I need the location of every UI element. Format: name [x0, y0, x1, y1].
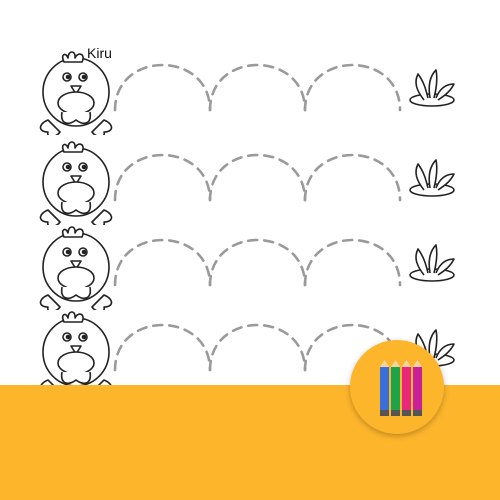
trace-row-drawing	[39, 141, 455, 225]
pencil-magenta-icon	[413, 360, 422, 416]
pencil-green-icon	[391, 360, 400, 416]
worksheet: Kiru	[0, 0, 500, 395]
chick-icon	[39, 51, 113, 135]
chick-icon	[39, 311, 113, 395]
grass-tuft-icon	[409, 244, 455, 282]
chick-icon	[39, 141, 113, 225]
dashed-arc-path	[113, 153, 402, 202]
pencil-pink-icon	[402, 360, 411, 416]
pencil-blue-icon	[380, 360, 389, 416]
grass-tuft-icon	[409, 69, 455, 107]
pencils-badge	[350, 340, 444, 434]
trace-row-drawing	[39, 51, 455, 135]
trace-row	[0, 130, 500, 225]
grass-tuft-icon	[409, 159, 455, 197]
trace-row	[0, 40, 500, 135]
dashed-arc-path	[113, 63, 402, 112]
trace-row	[0, 215, 500, 310]
dashed-arc-path	[113, 238, 402, 287]
trace-row-drawing	[39, 226, 455, 310]
chick-icon	[39, 226, 113, 310]
